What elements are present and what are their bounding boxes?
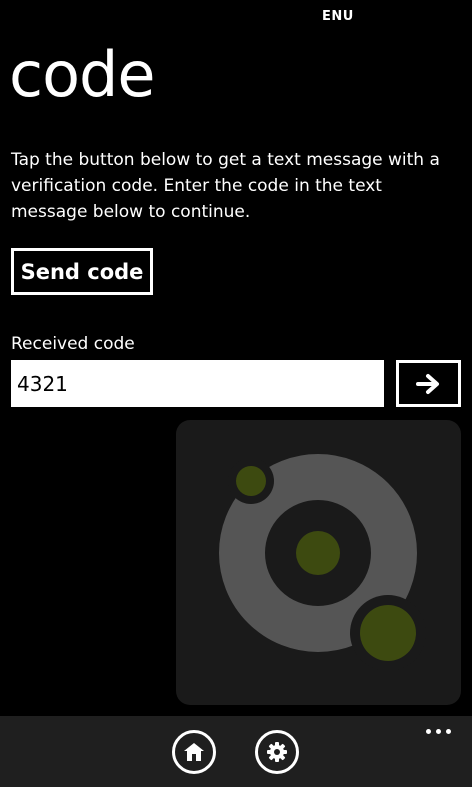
status-bar: ENU bbox=[0, 0, 472, 32]
gear-icon bbox=[267, 742, 287, 762]
more-dots-icon bbox=[425, 728, 451, 734]
app-logo-icon bbox=[219, 454, 426, 671]
home-button[interactable] bbox=[172, 730, 216, 774]
received-code-label: Received code bbox=[11, 334, 135, 354]
settings-button[interactable] bbox=[255, 730, 299, 774]
submit-code-button[interactable] bbox=[396, 360, 461, 407]
received-code-input[interactable] bbox=[11, 360, 384, 407]
send-code-button[interactable]: Send code bbox=[11, 248, 153, 295]
instructions-text: Tap the button below to get a text messa… bbox=[11, 150, 440, 222]
app-bar bbox=[0, 716, 472, 787]
keyboard-language-indicator: ENU bbox=[322, 9, 354, 24]
home-icon bbox=[184, 743, 204, 761]
more-options-button[interactable] bbox=[418, 720, 458, 742]
arrow-right-icon bbox=[415, 373, 439, 394]
app-logo-panel bbox=[176, 420, 461, 705]
page-title: code bbox=[9, 38, 156, 111]
